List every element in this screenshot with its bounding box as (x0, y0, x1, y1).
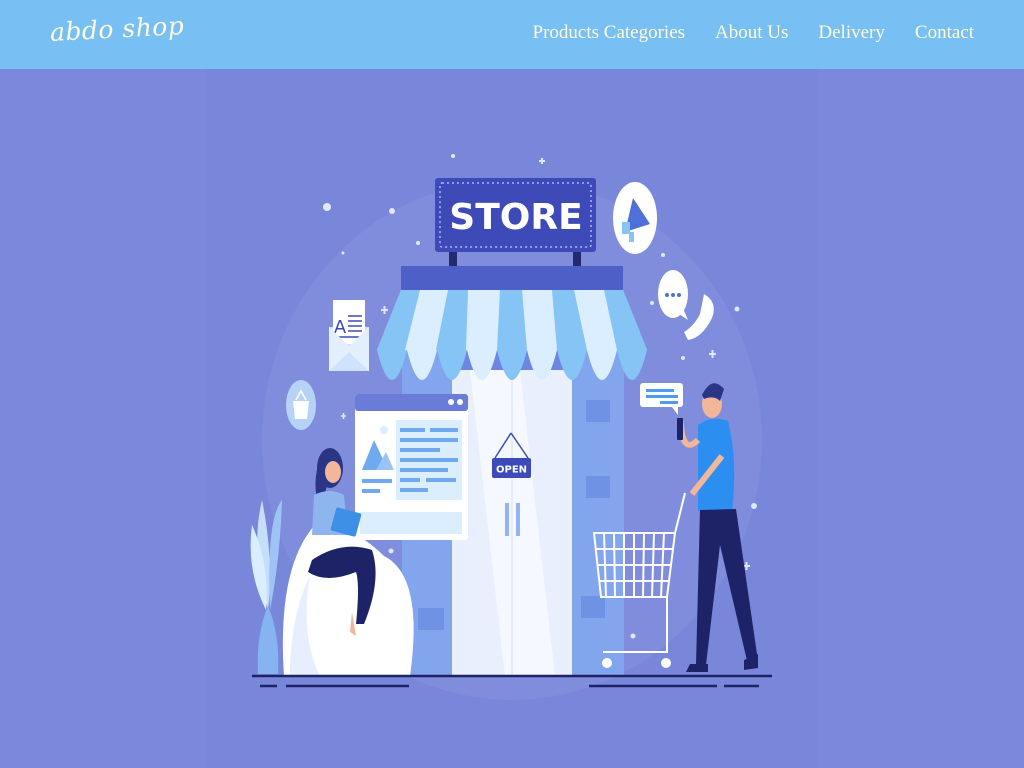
nav-link-delivery[interactable]: Delivery (818, 22, 884, 44)
hero-illustration: STORE OPEN A (206, 69, 818, 768)
nav-link-products-categories[interactable]: Products Categories (533, 22, 686, 44)
main-nav: Products Categories About Us Delivery Co… (533, 22, 974, 44)
store-sign-text: STORE (449, 197, 582, 238)
basket-icon (286, 380, 316, 430)
browser-window (355, 394, 468, 540)
newsletter-envelope-icon: A (329, 300, 369, 371)
megaphone-icon (613, 182, 657, 254)
navbar: abdo shop Products Categories About Us D… (0, 0, 1024, 69)
open-sign-text: OPEN (496, 465, 527, 476)
store-illustration: STORE OPEN A (250, 154, 772, 700)
brand-logo[interactable]: abdo shop (49, 11, 185, 47)
nav-link-contact[interactable]: Contact (915, 22, 974, 44)
plant (250, 500, 282, 674)
nav-link-about-us[interactable]: About Us (715, 22, 788, 44)
awning (377, 290, 647, 380)
